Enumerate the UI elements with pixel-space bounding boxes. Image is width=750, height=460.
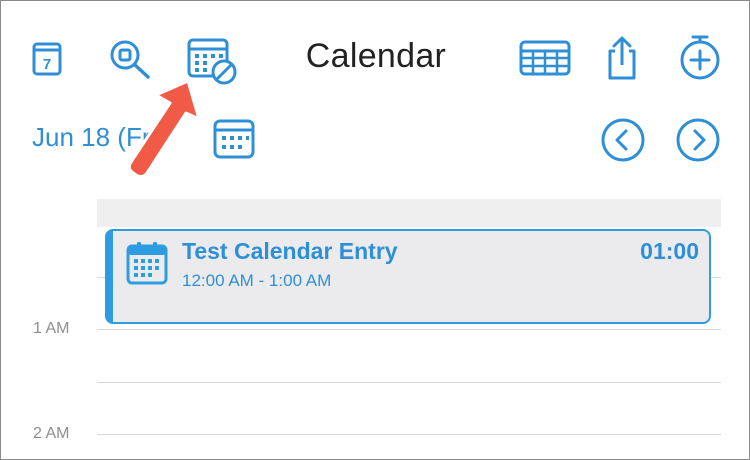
search-icon[interactable] xyxy=(108,38,152,80)
hour-line xyxy=(97,329,721,330)
day-timeline: 1 AM 2 AM Test Calendar Entry 12:00 AM - xyxy=(1,199,749,459)
calendar-today-icon[interactable]: 7 xyxy=(32,37,62,77)
hour-line xyxy=(97,434,721,435)
event-time-range: 12:00 AM - 1:00 AM xyxy=(182,271,332,290)
next-day-button[interactable] xyxy=(675,117,721,163)
calendar-event[interactable]: Test Calendar Entry 12:00 AM - 1:00 AM 0… xyxy=(105,229,711,324)
annotation-arrow-icon xyxy=(119,75,209,190)
svg-text:7: 7 xyxy=(43,56,51,73)
event-duration: 01:00 xyxy=(640,238,699,264)
hour-label-2am: 2 AM xyxy=(33,425,70,442)
page-title: Calendar xyxy=(305,37,447,75)
hour-line xyxy=(97,382,721,383)
event-title: Test Calendar Entry xyxy=(182,238,398,264)
week-grid-icon[interactable] xyxy=(519,40,571,76)
calendar-picker-icon[interactable] xyxy=(213,119,255,161)
add-timer-icon[interactable] xyxy=(678,33,722,81)
hour-label-1am: 1 AM xyxy=(33,320,70,337)
all-day-row[interactable] xyxy=(97,199,721,227)
event-calendar-icon xyxy=(126,241,168,290)
app-window: 7 Calendar Jun 18 (Fri) 1 AM 2 AM Test C… xyxy=(0,0,750,460)
share-icon[interactable] xyxy=(605,35,639,81)
previous-day-button[interactable] xyxy=(600,117,646,163)
